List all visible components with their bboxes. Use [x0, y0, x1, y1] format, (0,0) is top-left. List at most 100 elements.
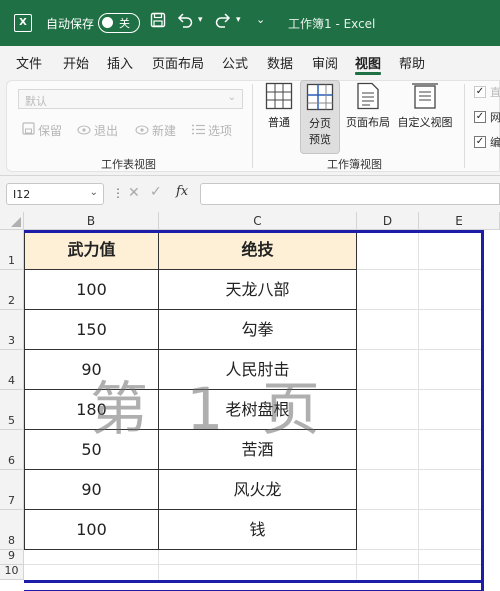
group-divider [464, 84, 465, 168]
tab-data[interactable]: 数据 [267, 53, 293, 72]
undo-dropdown-icon[interactable]: ▾ [198, 15, 203, 25]
row-header-2[interactable]: 2 [0, 270, 24, 310]
tab-file[interactable]: 文件 [16, 53, 42, 72]
cancel-icon[interactable]: ✕ [128, 185, 140, 201]
insert-function-icon[interactable]: fx [176, 184, 188, 199]
tab-home[interactable]: 开始 [63, 53, 89, 72]
normal-view-button[interactable]: 普通 [262, 82, 296, 130]
gridline [357, 389, 484, 390]
gridline [357, 269, 484, 270]
row-header-8[interactable]: 8 [0, 510, 24, 550]
gridline [418, 230, 419, 580]
formula-input[interactable] [200, 183, 500, 205]
table-cell[interactable]: 老树盘根 [159, 390, 357, 430]
row-number: 7 [8, 494, 15, 507]
formula-bar: I12 ⌄ ⋮ ✕ ✓ fx [0, 176, 500, 212]
table-cell[interactable]: 150 [24, 310, 159, 350]
gridline [357, 429, 484, 430]
row-header-6[interactable]: 6 [0, 430, 24, 470]
row-number: 6 [8, 454, 15, 467]
tab-view[interactable]: 视图 [355, 53, 381, 72]
save-view-icon [20, 122, 36, 138]
row-header-9[interactable]: 9 [0, 549, 24, 565]
header-cell-skill[interactable]: 绝技 [159, 230, 357, 270]
options-label: 选项 [208, 124, 233, 138]
page-break-bottom [24, 580, 484, 583]
document-title: 工作簿1 - Excel [288, 17, 376, 31]
column-header-c[interactable]: C [159, 212, 357, 230]
column-header-e[interactable]: E [419, 212, 500, 230]
table-cell[interactable]: 苦酒 [159, 430, 357, 470]
header-cell-power[interactable]: 武力值 [24, 230, 159, 270]
row-number: 2 [8, 294, 15, 307]
name-box[interactable]: I12 ⌄ [6, 183, 104, 205]
table-cell[interactable]: 100 [24, 270, 159, 310]
ruler-checkbox[interactable]: ✓ [474, 86, 486, 98]
eye-exit-icon [76, 124, 92, 138]
row-number: 4 [8, 374, 15, 387]
select-all-button[interactable] [0, 212, 24, 230]
row-number: 10 [4, 564, 19, 577]
tab-formulas[interactable]: 公式 [222, 53, 248, 72]
gridline [357, 349, 484, 350]
row-header-3[interactable]: 3 [0, 310, 24, 350]
options-button[interactable]: 选项 [190, 122, 232, 139]
tab-insert[interactable]: 插入 [107, 53, 133, 72]
active-tab-indicator [355, 72, 381, 75]
redo-dropdown-icon[interactable]: ▾ [236, 15, 241, 25]
row-header-7[interactable]: 7 [0, 470, 24, 510]
keep-button[interactable]: 保留 [20, 122, 62, 139]
table-cell[interactable]: 100 [24, 510, 159, 550]
custom-views-label: 自定义视图 [397, 116, 453, 129]
undo-icon[interactable] [176, 12, 194, 32]
save-icon[interactable] [150, 12, 166, 32]
gridlines-label: 网 [490, 111, 500, 124]
exit-label: 退出 [94, 124, 119, 138]
tab-help[interactable]: 帮助 [399, 53, 425, 72]
custom-views-button[interactable]: 自定义视图 [395, 82, 455, 130]
enter-check-icon[interactable]: ✓ [150, 184, 162, 200]
toggle-knob [102, 17, 113, 28]
row-header-10[interactable]: 10 [0, 564, 24, 580]
list-icon [190, 124, 206, 138]
table-cell[interactable]: 天龙八部 [159, 270, 357, 310]
formula-bar-checkbox[interactable]: ✓ [474, 136, 486, 148]
new-label: 新建 [152, 124, 177, 138]
gridline [357, 309, 484, 310]
eye-new-icon [134, 124, 150, 138]
row-header-4[interactable]: 4 [0, 350, 24, 390]
page-break-label-2: 预览 [309, 133, 331, 146]
tab-page-layout[interactable]: 页面布局 [152, 53, 204, 72]
name-box-value: I12 [13, 188, 31, 201]
autosave-toggle[interactable]: 关 [98, 13, 140, 33]
tab-review[interactable]: 审阅 [312, 53, 338, 72]
page-break-label-1: 分页 [309, 117, 331, 130]
new-button[interactable]: 新建 [134, 122, 176, 139]
sheet-view-group-label: 工作表视图 [101, 158, 156, 171]
table-cell[interactable]: 90 [24, 350, 159, 390]
sheet-view-dropdown[interactable]: 默认 ⌄ [18, 89, 243, 109]
more-options-icon[interactable]: ⋮ [112, 186, 124, 200]
table-cell[interactable]: 风火龙 [159, 470, 357, 510]
table-cell[interactable]: 勾拳 [159, 310, 357, 350]
table-cell[interactable]: 50 [24, 430, 159, 470]
redo-icon[interactable] [214, 12, 232, 32]
row-header-5[interactable]: 5 [0, 390, 24, 430]
page-break-icon [306, 83, 334, 111]
gridlines-checkbox[interactable]: ✓ [474, 111, 486, 123]
table-cell[interactable]: 人民肘击 [159, 350, 357, 390]
table-cell[interactable]: 180 [24, 390, 159, 430]
gridline [357, 469, 484, 470]
column-header-d[interactable]: D [357, 212, 419, 230]
page-break-preview-button[interactable]: 分页 预览 [300, 80, 340, 154]
row-number: 1 [8, 254, 15, 267]
ribbon-tabs: 文件 开始 插入 页面布局 公式 数据 审阅 视图 帮助 [0, 46, 500, 76]
table-cell[interactable]: 钱 [159, 510, 357, 550]
row-header-1[interactable]: 1 [0, 230, 24, 270]
customize-toolbar-icon[interactable]: ⌄ [256, 13, 265, 26]
select-all-icon [11, 217, 21, 227]
exit-button[interactable]: 退出 [76, 122, 118, 139]
table-cell[interactable]: 90 [24, 470, 159, 510]
column-header-b[interactable]: B [24, 212, 159, 230]
page-layout-view-button[interactable]: 页面布局 [343, 82, 393, 130]
